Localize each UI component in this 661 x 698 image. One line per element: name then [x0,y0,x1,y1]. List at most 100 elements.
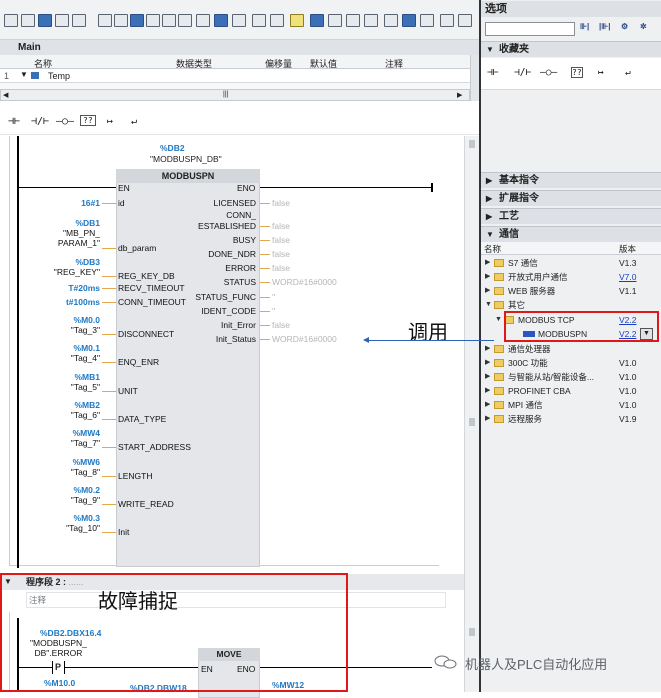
close-branch-icon[interactable]: ↵ [128,115,140,128]
toolbar-button-icon[interactable] [384,14,398,27]
options-title: 选项 [481,1,661,17]
toolbar-button-icon[interactable] [114,14,128,27]
input-address[interactable]: 16#1 [40,198,100,208]
toolbar-button-icon[interactable] [196,14,210,27]
scroll-right-icon[interactable]: ▶ [457,91,462,99]
scroll-left-icon[interactable]: ◀ [3,91,8,99]
input-address[interactable]: %MB1 [40,372,100,382]
expand-icon[interactable]: ▶ [485,342,490,356]
folder-icon [494,287,504,295]
expand-icon[interactable]: ▶ [485,370,490,384]
communication-header[interactable]: ▼ 通信 [481,226,661,242]
coil-icon[interactable]: –○– [53,115,77,128]
fav-nc-contact-icon[interactable]: ⊣/⊢ [514,67,531,78]
options-gear-icon[interactable]: ✲ [640,22,647,31]
tree-item[interactable]: ▶ MPI 通信 V1.0 [481,398,661,412]
folder-icon [494,301,504,309]
input-address[interactable]: %M0.1 [40,343,100,353]
expand-icon[interactable]: ▶ [485,356,490,370]
tree-item-label: 其它 [508,300,526,310]
input-wire [102,419,116,420]
fav-coil-icon[interactable]: –○– [540,67,557,78]
tree-item[interactable]: ▶ 开放式用户通信 V7.0 [481,270,661,284]
nc-contact-icon[interactable]: ⊣/⊢ [28,115,52,128]
tree-item[interactable]: ▶ 与智能从站/智能设备... V1.0 [481,370,661,384]
editor-vscrollbar[interactable] [464,136,479,692]
toolbar-button-icon[interactable] [402,14,416,27]
tree-item[interactable]: ▶ PROFINET CBA V1.0 [481,384,661,398]
favorites-label: 收藏夹 [499,44,529,55]
toolbar-button-icon[interactable] [38,14,52,27]
interface-hscrollbar[interactable]: ◀ ||| ▶ [0,89,470,101]
collapse-icon[interactable]: ▼ [485,298,492,312]
expand-icon[interactable]: ▶ [485,384,490,398]
input-address[interactable]: %DB3 [40,257,100,267]
scroll-thumb[interactable] [469,140,475,148]
scroll-grip-icon[interactable]: ||| [223,91,228,98]
input-address[interactable]: %DB1 [40,218,100,228]
toolbar-button-icon[interactable] [98,14,112,27]
toolbar-button-icon[interactable] [346,14,360,27]
toolbar-button-icon[interactable] [130,14,144,27]
fav-no-contact-icon[interactable]: ⊣⊢ [487,67,498,78]
toolbar-button-icon[interactable] [328,14,342,27]
no-contact-icon[interactable]: ⊣⊢ [5,115,23,128]
toolbar-button-icon[interactable] [55,14,69,27]
tree-item[interactable]: ▶ S7 通信 V1.3 [481,256,661,270]
toolbar-button-icon[interactable] [4,14,18,27]
input-address[interactable]: t#100ms [40,297,100,307]
input-pin-label: WRITE_READ [118,499,174,509]
toolbar-button-icon[interactable] [214,14,228,27]
toolbar-button-icon[interactable] [270,14,284,27]
input-address[interactable]: %MB2 [40,400,100,410]
tree-item[interactable]: ▶ 远程服务 V1.9 [481,412,661,426]
toolbar-button-icon[interactable] [440,14,454,27]
expand-icon[interactable]: ▶ [485,284,490,298]
interface-vscrollbar[interactable] [470,55,479,101]
toolbar-button-icon[interactable] [178,14,192,27]
expand-icon[interactable]: ▶ [485,398,490,412]
input-address[interactable]: %M0.0 [40,315,100,325]
fav-open-branch-icon[interactable]: ↦ [598,67,604,78]
input-address[interactable]: %M0.2 [40,485,100,495]
toolbar-button-icon[interactable] [420,14,434,27]
input-address[interactable]: T#20ms [40,283,100,293]
extended-instructions-header[interactable]: ▶ 扩展指令 [481,190,661,206]
toolbar-button-icon[interactable] [232,14,246,27]
folder-icon [494,359,504,367]
favorites-add-icon[interactable]: ⊪| [580,22,589,31]
tree-item-version[interactable]: V7.0 [619,270,637,284]
technology-header[interactable]: ▶ 工艺 [481,208,661,224]
toolbar-button-icon[interactable] [290,14,304,27]
toolbar-button-icon[interactable] [252,14,266,27]
toolbar-button-icon[interactable] [310,14,324,27]
open-branch-icon[interactable]: ↦ [104,115,116,128]
tree-item[interactable]: ▶ WEB 服务器 V1.1 [481,284,661,298]
expand-triangle-icon[interactable]: ▼ [20,70,28,79]
toolbar-button-icon[interactable] [72,14,86,27]
fav-close-branch-icon[interactable]: ↵ [625,67,631,78]
toolbar-button-icon[interactable] [458,14,472,27]
input-address[interactable]: %M0.3 [40,513,100,523]
options-settings-icon[interactable]: ⚙ [621,22,628,31]
input-address[interactable]: %MW4 [40,428,100,438]
fav-empty-box-icon[interactable]: ?? [571,67,583,78]
toolbar-button-icon[interactable] [146,14,160,27]
expand-icon[interactable]: ▶ [485,256,490,270]
collapse-icon[interactable]: ▼ [495,313,502,327]
expand-icon[interactable]: ▶ [485,412,490,426]
expand-icon[interactable]: ▶ [485,270,490,284]
favorites-header[interactable]: ▼ 收藏夹 [481,41,661,57]
toolbar-button-icon[interactable] [364,14,378,27]
interface-row-temp[interactable]: 1 ▼ Temp [0,69,470,83]
empty-box-icon[interactable]: ?? [80,115,96,126]
tree-item[interactable]: ▶ 300C 功能 V1.0 [481,356,661,370]
tree-item[interactable]: ▼ 其它 [481,298,661,312]
toolbar-button-icon[interactable] [162,14,176,27]
favorites-list-icon[interactable]: |⊪| [599,22,610,31]
tree-item[interactable]: ▶ 通信处理器 [481,342,661,356]
basic-instructions-header[interactable]: ▶ 基本指令 [481,172,661,188]
toolbar-button-icon[interactable] [21,14,35,27]
input-address[interactable]: %MW6 [40,457,100,467]
options-search-input[interactable] [485,22,575,36]
